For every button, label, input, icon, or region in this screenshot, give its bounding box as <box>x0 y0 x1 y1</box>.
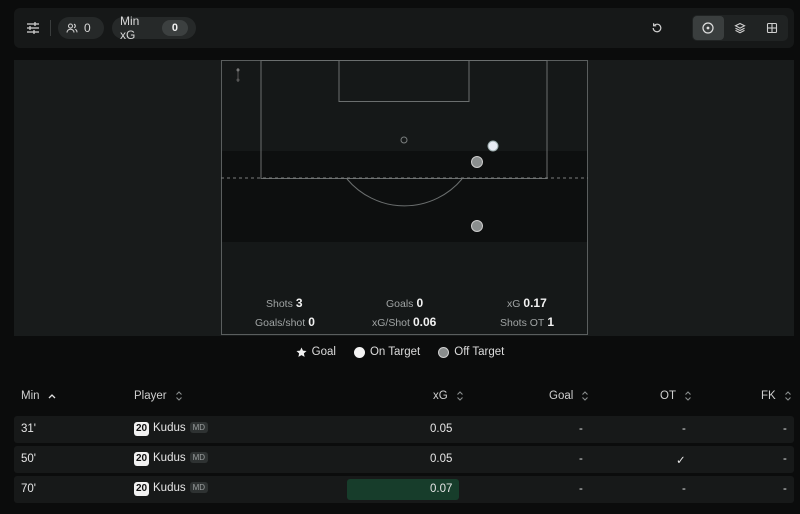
view-switcher <box>692 15 788 41</box>
min-xg-filter[interactable]: Min xG 0 <box>112 14 196 42</box>
shot-on-target[interactable] <box>487 140 499 152</box>
star-icon <box>296 346 307 357</box>
stat-shots: Shots 3 <box>266 296 303 310</box>
stat-shots-ot: Shots OT 1 <box>500 315 555 329</box>
min-xg-label: Min xG <box>120 14 140 42</box>
pitch-band <box>221 151 588 242</box>
sort-icon <box>175 391 182 401</box>
cell-goal: - <box>579 453 583 465</box>
view-layers-button[interactable] <box>725 16 756 40</box>
column-xg[interactable]: xG <box>433 390 464 402</box>
table-row[interactable]: 70' 20 Kudus MD 0.07 - - - <box>14 476 794 503</box>
target-icon <box>702 22 714 34</box>
shot-map-panel: Shots 3 Goals 0 xG 0.17 Goals/shot 0 xG/Shot… <box>14 60 794 336</box>
cell-xg: 0.05 <box>430 423 453 435</box>
stat-xg: xG 0.17 <box>507 296 547 310</box>
player-name: Kudus <box>153 452 186 464</box>
view-shots-button[interactable] <box>693 16 724 40</box>
sort-icon <box>456 391 463 401</box>
table-row[interactable]: 50' 20 Kudus MD 0.05 - ✓ - <box>14 446 794 473</box>
cell-player: 20 Kudus MD <box>134 452 209 466</box>
sliders-icon <box>27 22 39 34</box>
users-icon <box>66 23 78 33</box>
cell-goal: - <box>579 483 583 495</box>
shot-off-target[interactable] <box>471 156 483 168</box>
min-xg-value: 0 <box>161 20 188 36</box>
stat-goals: Goals 0 <box>386 296 424 310</box>
layers-icon <box>734 22 746 34</box>
position-badge: MD <box>189 482 209 493</box>
grid-icon <box>766 22 777 34</box>
legend-on-target[interactable]: On Target <box>353 346 420 358</box>
sort-asc-icon <box>48 394 55 399</box>
stat-xg-per-shot: xG/Shot 0.06 <box>372 315 437 329</box>
column-min[interactable]: Min <box>21 390 56 402</box>
cell-ot: - <box>682 483 686 495</box>
cell-fk: - <box>783 423 787 435</box>
cell-player: 20 Kudus MD <box>134 422 209 436</box>
legend-off-target[interactable]: Off Target <box>438 346 504 358</box>
cell-ot: - <box>682 423 686 435</box>
on-target-dot <box>353 346 365 358</box>
cell-fk: - <box>783 483 787 495</box>
cell-fk: - <box>783 453 787 465</box>
column-goal[interactable]: Goal <box>549 390 589 402</box>
sort-icon <box>685 391 691 401</box>
cell-goal: - <box>579 423 583 435</box>
column-ot[interactable]: OT <box>660 390 692 402</box>
cell-player: 20 Kudus MD <box>134 482 209 496</box>
cell-min: 31' <box>21 423 36 435</box>
top-toolbar: 0 Min xG 0 <box>14 8 794 48</box>
shirt-number: 20 <box>134 422 149 436</box>
cell-xg: 0.07 <box>430 483 453 495</box>
player-name: Kudus <box>153 482 186 494</box>
shot-legend: Goal On Target Off Target <box>0 346 800 358</box>
players-count: 0 <box>84 21 91 35</box>
players-filter[interactable]: 0 <box>58 17 104 39</box>
table-row[interactable]: 31' 20 Kudus MD 0.05 - - - <box>14 416 794 443</box>
player-name: Kudus <box>153 422 186 434</box>
shirt-number: 20 <box>134 452 149 466</box>
off-target-dot <box>438 346 450 358</box>
position-badge: MD <box>189 452 209 463</box>
sort-icon <box>784 391 791 401</box>
shirt-number: 20 <box>134 482 149 496</box>
shots-table-header: Min Player xG Goal OT FK <box>14 386 794 408</box>
column-player[interactable]: Player <box>134 390 183 402</box>
shot-stats: Shots 3 Goals 0 xG 0.17 Goals/shot 0 xG/Shot… <box>221 294 588 334</box>
cell-ot-check: ✓ <box>676 455 686 467</box>
cell-min: 50' <box>21 453 36 465</box>
column-fk[interactable]: FK <box>761 390 792 402</box>
filter-button[interactable] <box>22 17 44 39</box>
shot-off-target[interactable] <box>471 220 483 232</box>
reset-button[interactable] <box>646 17 668 39</box>
cell-min: 70' <box>21 483 36 495</box>
position-badge: MD <box>189 422 209 433</box>
toolbar-divider <box>50 20 51 36</box>
legend-goal[interactable]: Goal <box>296 346 336 358</box>
view-grid-button[interactable] <box>756 16 787 40</box>
refresh-icon <box>652 23 662 33</box>
stat-goals-per-shot: Goals/shot 0 <box>255 315 315 329</box>
cell-xg: 0.05 <box>430 453 453 465</box>
sort-icon <box>582 391 589 401</box>
